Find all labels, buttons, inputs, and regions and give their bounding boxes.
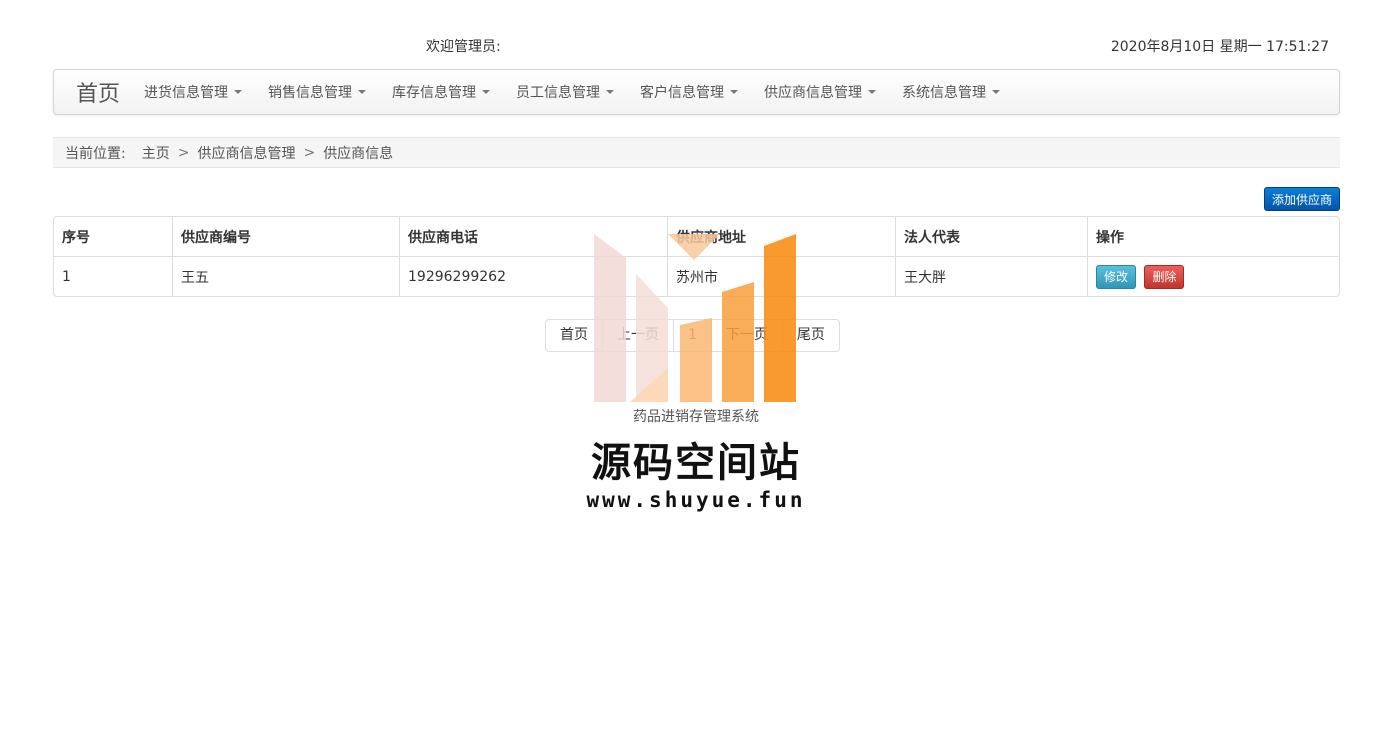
caret-down-icon [234,90,243,94]
table-row: 1 王五 19296299262 苏州市 王大胖 修改 删除 [54,256,1339,296]
welcome-text: 欢迎管理员: [426,39,501,55]
column-header-no: 序号 [62,229,90,246]
breadcrumb-separator: > [303,144,316,161]
nav-customer-menu[interactable]: 客户信息管理 [640,82,739,102]
column-header-phone: 供应商电话 [399,217,667,256]
cell-actions: 修改 删除 [1087,256,1339,296]
nav-brand-home[interactable]: 首页 [76,76,120,108]
pagination: 首页 上一页 1 下一页 尾页 [545,319,840,352]
nav-item-label: 库存信息管理 [392,85,477,101]
page-first-button[interactable]: 首页 [546,320,602,351]
cell-code: 王五 [172,256,399,296]
delete-button[interactable]: 删除 [1144,264,1185,289]
breadcrumb-label: 当前位置: [65,145,126,162]
breadcrumb-supplier-management-link[interactable]: 供应商信息管理 [197,143,295,163]
datetime-text: 2020年8月10日 星期一 17:51:27 [1110,39,1329,55]
breadcrumb-home-link[interactable]: 主页 [142,143,170,163]
page-next-button[interactable]: 下一页 [710,320,782,351]
top-bar: 欢迎管理员: 2020年8月10日 星期一 17:51:27 [0,36,1391,56]
page-current-number[interactable]: 1 [673,320,711,351]
add-supplier-button[interactable]: 添加供应商 [1264,187,1340,211]
caret-down-icon [606,90,615,94]
caret-down-icon [868,90,877,94]
caret-down-icon [358,90,367,94]
nav-item-label: 供应商信息管理 [764,85,863,101]
watermark-url: www.shuyue.fun [586,488,806,512]
nav-purchase-menu[interactable]: 进货信息管理 [144,82,243,102]
nav-item-label: 系统信息管理 [902,85,987,101]
watermark-title: 源码空间站 [591,440,801,486]
nav-employee-menu[interactable]: 员工信息管理 [516,82,615,102]
watermark-subtitle: 药品进销存管理系统 [633,409,759,425]
breadcrumb: 当前位置: 主页 > 供应商信息管理 > 供应商信息 [53,137,1340,168]
nav-supplier-menu[interactable]: 供应商信息管理 [764,82,877,102]
supplier-table: 序号 供应商编号 供应商电话 供应商地址 法人代表 操作 1 王五 192962… [53,216,1340,297]
nav-sales-menu[interactable]: 销售信息管理 [268,82,367,102]
nav-inventory-menu[interactable]: 库存信息管理 [392,82,491,102]
nav-item-label: 进货信息管理 [144,85,229,101]
cell-phone: 19296299262 [399,256,667,296]
breadcrumb-current-page: 供应商信息 [323,145,394,162]
nav-item-label: 员工信息管理 [516,85,601,101]
cell-no: 1 [54,256,172,296]
column-header-legal-rep: 法人代表 [895,217,1087,256]
nav-system-menu[interactable]: 系统信息管理 [902,82,1001,102]
main-navbar: 首页 进货信息管理 销售信息管理 库存信息管理 员工信息管理 客户信息管理 供应… [53,69,1340,115]
caret-down-icon [482,90,491,94]
page-last-button[interactable]: 尾页 [781,320,839,351]
cell-legal-rep: 王大胖 [895,256,1087,296]
table-header-row: 序号 供应商编号 供应商电话 供应商地址 法人代表 操作 [54,217,1339,256]
breadcrumb-separator: > [177,144,190,161]
caret-down-icon [730,90,739,94]
nav-item-label: 客户信息管理 [640,85,725,101]
caret-down-icon [992,90,1001,94]
column-header-address: 供应商地址 [667,217,895,256]
edit-button[interactable]: 修改 [1096,264,1137,289]
column-header-actions: 操作 [1087,217,1339,256]
nav-item-label: 销售信息管理 [268,85,353,101]
column-header-code: 供应商编号 [172,217,399,256]
cell-address: 苏州市 [667,256,895,296]
page-prev-button[interactable]: 上一页 [602,320,673,351]
